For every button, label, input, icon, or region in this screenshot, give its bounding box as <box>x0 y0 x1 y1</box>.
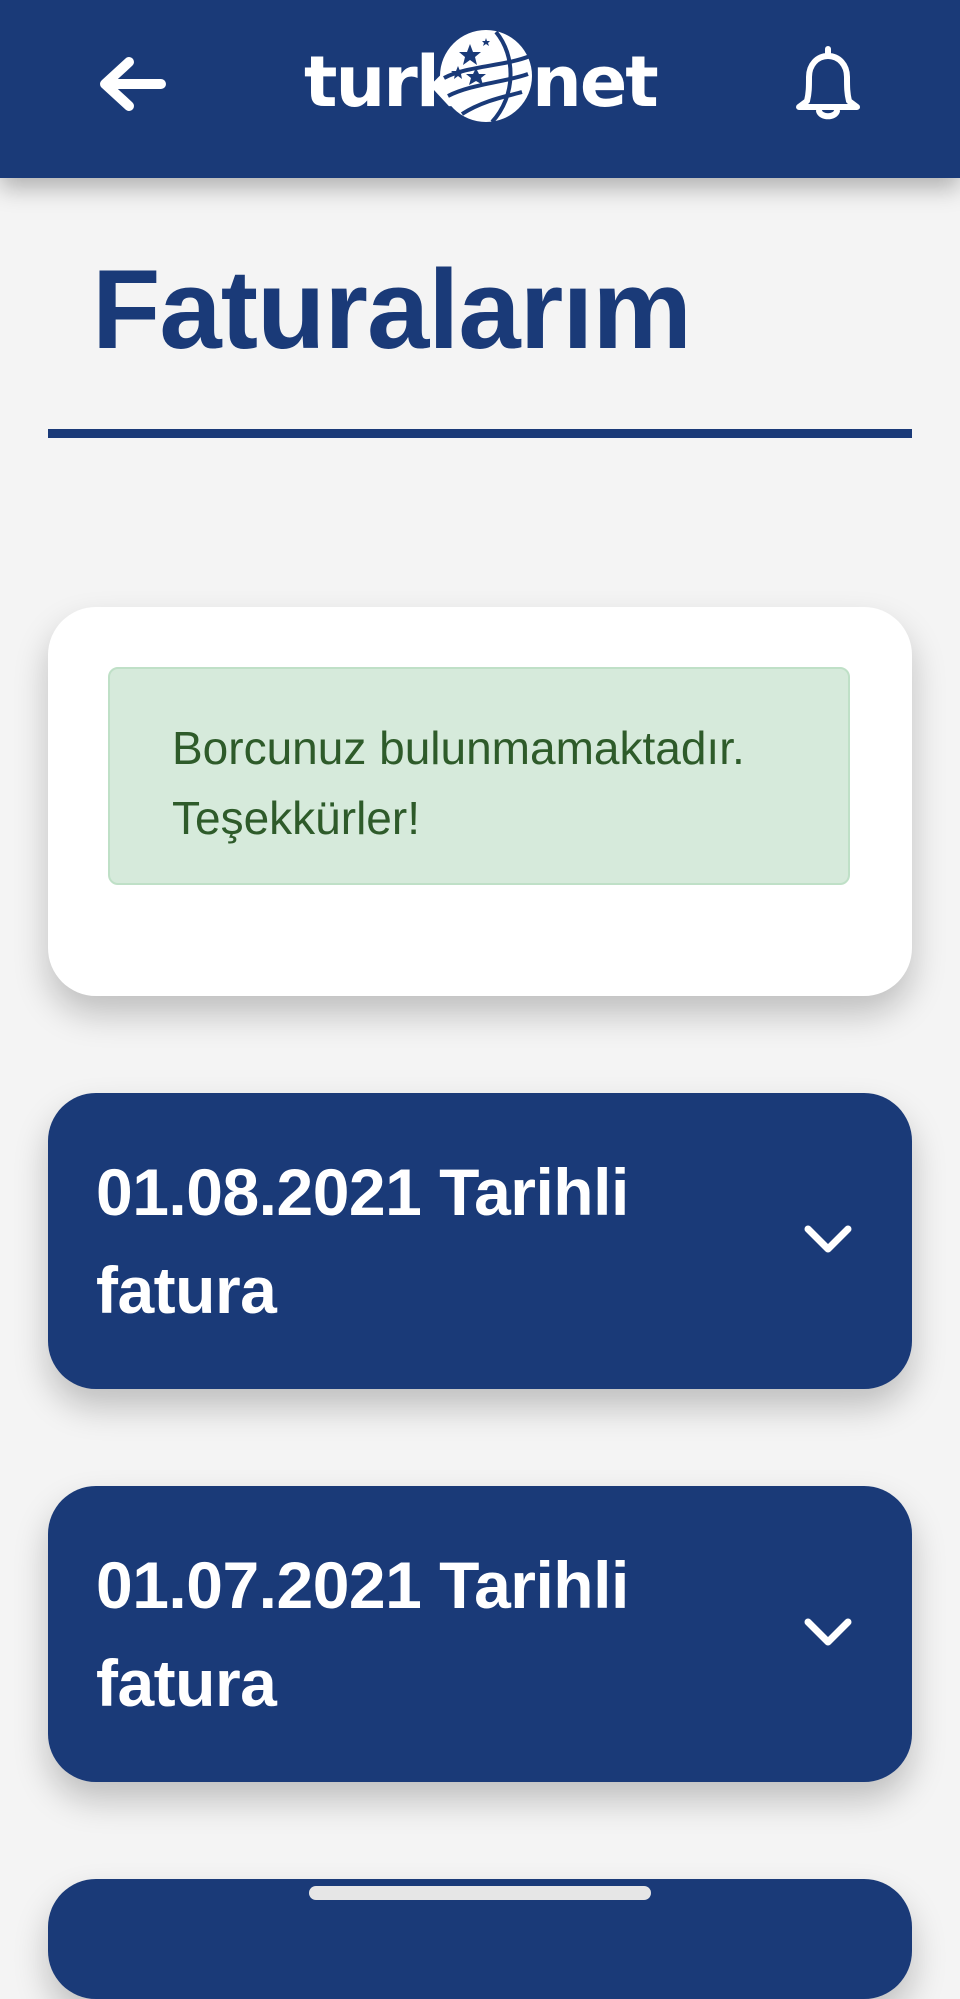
chevron-down-icon <box>804 1618 852 1646</box>
title-divider <box>48 429 912 438</box>
turknet-logo: turk net <box>300 22 660 132</box>
chevron-down-icon <box>804 1225 852 1253</box>
invoice-item-2021-07[interactable]: 01.07.2021 Tarihli fatura <box>48 1486 912 1782</box>
success-alert: Borcunuz bulunmamaktadır. Teşekkürler! <box>108 667 850 885</box>
top-app-bar: turk net <box>0 0 960 178</box>
alert-message-line1: Borcunuz bulunmamaktadır. <box>172 722 745 774</box>
back-button[interactable] <box>92 44 172 124</box>
page-title: Faturalarım <box>92 247 692 372</box>
logo-text-net: net <box>532 41 659 123</box>
invoice-title-line2: fatura <box>96 1253 277 1327</box>
invoice-title-line1: 01.07.2021 Tarihli <box>96 1548 629 1622</box>
invoice-title-line1: 01.08.2021 Tarihli <box>96 1155 629 1229</box>
home-indicator <box>309 1886 651 1900</box>
globe-stars-icon <box>440 30 532 124</box>
bell-icon <box>796 46 860 120</box>
alert-message-line2: Teşekkürler! <box>172 792 420 844</box>
invoice-title-line2: fatura <box>96 1646 277 1720</box>
arrow-left-icon <box>100 57 166 111</box>
invoice-item-2021-08[interactable]: 01.08.2021 Tarihli fatura <box>48 1093 912 1389</box>
notifications-button[interactable] <box>786 38 870 128</box>
invoice-title: 01.08.2021 Tarihli fatura <box>96 1143 736 1339</box>
invoice-title: 01.07.2021 Tarihli fatura <box>96 1536 736 1732</box>
debt-status-card: Borcunuz bulunmamaktadır. Teşekkürler! <box>48 607 912 996</box>
